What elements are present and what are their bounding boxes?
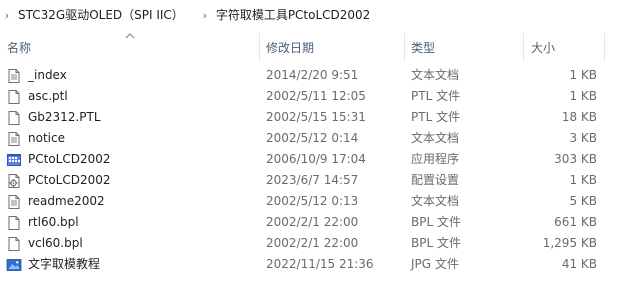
column-divider[interactable] [404,33,405,61]
file-row[interactable]: PCtoLCD2002 2006/10/9 17:04 应用程序 303 KB [0,149,618,170]
column-divider[interactable] [259,33,260,61]
file-modified-date: 2002/5/12 0:14 [266,131,359,145]
file-modified-date: 2023/6/7 14:57 [266,173,359,187]
chevron-right-icon[interactable]: › [0,10,14,21]
column-header-size[interactable]: 大小 [531,39,555,57]
file-type: 文本文档 [411,194,460,208]
file-list: _index 2014/2/20 9:51 文本文档 1 KB asc.ptl … [0,65,618,275]
file-name: readme2002 [28,194,105,208]
blank-file-icon [6,89,22,105]
file-type: 文本文档 [411,68,460,82]
file-name: Gb2312.PTL [28,110,101,124]
column-header-type[interactable]: 类型 [411,39,435,57]
column-divider[interactable] [523,33,524,61]
file-size: 1 KB [569,173,597,187]
file-row[interactable]: PCtoLCD2002 2023/6/7 14:57 配置设置 1 KB [0,170,618,191]
blank-file-icon [6,215,22,231]
file-modified-date: 2002/5/15 15:31 [266,110,366,124]
file-modified-date: 2002/2/1 22:00 [266,236,359,250]
file-row[interactable]: Gb2312.PTL 2002/5/15 15:31 PTL 文件 18 KB [0,107,618,128]
file-row[interactable]: readme2002 2002/5/12 0:13 文本文档 5 KB [0,191,618,212]
file-name: 文字取模教程 [28,257,101,271]
file-type: 文本文档 [411,131,460,145]
file-name: _index [28,68,67,82]
breadcrumb-item-parent[interactable]: STC32G驱动OLED（SPI IIC） [14,0,188,30]
file-row[interactable]: _index 2014/2/20 9:51 文本文档 1 KB [0,65,618,86]
file-row[interactable]: 文字取模教程 2022/11/15 21:36 JPG 文件 41 KB [0,254,618,275]
file-modified-date: 2022/11/15 21:36 [266,257,374,271]
sort-ascending-icon [125,33,135,39]
file-size: 661 KB [554,215,597,229]
application-icon [6,152,22,168]
file-type: BPL 文件 [411,236,461,250]
file-modified-date: 2002/5/12 0:13 [266,194,359,208]
file-type: JPG 文件 [411,257,459,271]
column-header-date[interactable]: 修改日期 [266,39,314,57]
file-size: 1 KB [569,89,597,103]
file-modified-date: 2002/5/11 12:05 [266,89,366,103]
file-row[interactable]: asc.ptl 2002/5/11 12:05 PTL 文件 1 KB [0,86,618,107]
image-file-icon [6,257,22,273]
file-type: 配置设置 [411,173,460,187]
file-name: vcl60.bpl [28,236,83,250]
file-name: PCtoLCD2002 [28,173,111,187]
file-modified-date: 2014/2/20 9:51 [266,68,359,82]
file-modified-date: 2006/10/9 17:04 [266,152,366,166]
blank-file-icon [6,110,22,126]
breadcrumb-item-current[interactable]: 字符取模工具PCtoLCD2002 [212,0,375,30]
file-size: 5 KB [569,194,597,208]
file-size: 303 KB [554,152,597,166]
file-name: notice [28,131,65,145]
file-name: rtl60.bpl [28,215,79,229]
column-header-name[interactable]: 名称 [7,39,31,57]
chevron-right-icon[interactable]: › [198,10,212,21]
text-document-icon [6,68,22,84]
file-size: 18 KB [561,110,597,124]
text-document-icon [6,131,22,147]
file-row[interactable]: vcl60.bpl 2002/2/1 22:00 BPL 文件 1,295 KB [0,233,618,254]
config-settings-icon [6,173,22,189]
file-modified-date: 2002/2/1 22:00 [266,215,359,229]
file-type: BPL 文件 [411,215,461,229]
file-name: asc.ptl [28,89,68,103]
blank-file-icon [6,236,22,252]
file-size: 1 KB [569,68,597,82]
file-type: PTL 文件 [411,89,461,103]
file-size: 41 KB [561,257,597,271]
file-type: 应用程序 [411,152,460,166]
file-size: 3 KB [569,131,597,145]
file-type: PTL 文件 [411,110,461,124]
file-explorer-window: › STC32G驱动OLED（SPI IIC） › 字符取模工具PCtoLCD2… [0,0,618,291]
column-header-row: 名称 修改日期 类型 大小 [0,31,618,63]
column-divider[interactable] [604,33,605,61]
file-name: PCtoLCD2002 [28,152,111,166]
file-row[interactable]: rtl60.bpl 2002/2/1 22:00 BPL 文件 661 KB [0,212,618,233]
breadcrumb: › STC32G驱动OLED（SPI IIC） › 字符取模工具PCtoLCD2… [0,0,618,30]
file-size: 1,295 KB [542,236,597,250]
text-document-icon [6,194,22,210]
file-row[interactable]: notice 2002/5/12 0:14 文本文档 3 KB [0,128,618,149]
